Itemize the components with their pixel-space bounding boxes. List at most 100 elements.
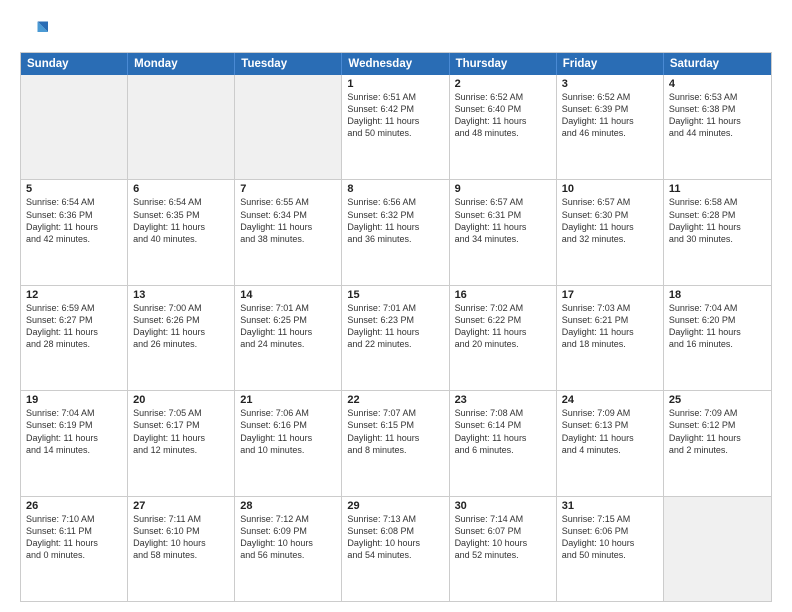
calendar-cell: 17Sunrise: 7:03 AM Sunset: 6:21 PM Dayli… <box>557 286 664 390</box>
cell-content: Sunrise: 6:52 AM Sunset: 6:39 PM Dayligh… <box>562 91 658 140</box>
calendar-cell: 2Sunrise: 6:52 AM Sunset: 6:40 PM Daylig… <box>450 75 557 179</box>
cell-content: Sunrise: 7:15 AM Sunset: 6:06 PM Dayligh… <box>562 513 658 562</box>
cell-content: Sunrise: 6:55 AM Sunset: 6:34 PM Dayligh… <box>240 196 336 245</box>
calendar-cell: 5Sunrise: 6:54 AM Sunset: 6:36 PM Daylig… <box>21 180 128 284</box>
day-number: 10 <box>562 183 658 195</box>
header <box>20 18 772 46</box>
page: SundayMondayTuesdayWednesdayThursdayFrid… <box>0 0 792 612</box>
calendar-cell: 21Sunrise: 7:06 AM Sunset: 6:16 PM Dayli… <box>235 391 342 495</box>
day-number: 21 <box>240 394 336 406</box>
day-number: 2 <box>455 78 551 90</box>
day-number: 31 <box>562 500 658 512</box>
calendar-cell: 30Sunrise: 7:14 AM Sunset: 6:07 PM Dayli… <box>450 497 557 601</box>
calendar-cell: 27Sunrise: 7:11 AM Sunset: 6:10 PM Dayli… <box>128 497 235 601</box>
cell-content: Sunrise: 6:56 AM Sunset: 6:32 PM Dayligh… <box>347 196 443 245</box>
day-number: 7 <box>240 183 336 195</box>
day-number: 19 <box>26 394 122 406</box>
cell-content: Sunrise: 7:09 AM Sunset: 6:12 PM Dayligh… <box>669 407 766 456</box>
day-number: 25 <box>669 394 766 406</box>
cell-content: Sunrise: 7:04 AM Sunset: 6:20 PM Dayligh… <box>669 302 766 351</box>
calendar: SundayMondayTuesdayWednesdayThursdayFrid… <box>20 52 772 602</box>
cell-content: Sunrise: 7:12 AM Sunset: 6:09 PM Dayligh… <box>240 513 336 562</box>
day-number: 26 <box>26 500 122 512</box>
calendar-cell: 22Sunrise: 7:07 AM Sunset: 6:15 PM Dayli… <box>342 391 449 495</box>
day-number: 8 <box>347 183 443 195</box>
cell-content: Sunrise: 7:00 AM Sunset: 6:26 PM Dayligh… <box>133 302 229 351</box>
calendar-header-cell: Monday <box>128 53 235 75</box>
calendar-row: 1Sunrise: 6:51 AM Sunset: 6:42 PM Daylig… <box>21 75 771 180</box>
cell-content: Sunrise: 6:59 AM Sunset: 6:27 PM Dayligh… <box>26 302 122 351</box>
calendar-cell <box>664 497 771 601</box>
calendar-cell <box>235 75 342 179</box>
day-number: 22 <box>347 394 443 406</box>
calendar-cell: 20Sunrise: 7:05 AM Sunset: 6:17 PM Dayli… <box>128 391 235 495</box>
calendar-cell: 7Sunrise: 6:55 AM Sunset: 6:34 PM Daylig… <box>235 180 342 284</box>
cell-content: Sunrise: 7:10 AM Sunset: 6:11 PM Dayligh… <box>26 513 122 562</box>
day-number: 5 <box>26 183 122 195</box>
calendar-cell: 1Sunrise: 6:51 AM Sunset: 6:42 PM Daylig… <box>342 75 449 179</box>
cell-content: Sunrise: 6:58 AM Sunset: 6:28 PM Dayligh… <box>669 196 766 245</box>
calendar-cell: 4Sunrise: 6:53 AM Sunset: 6:38 PM Daylig… <box>664 75 771 179</box>
cell-content: Sunrise: 6:57 AM Sunset: 6:30 PM Dayligh… <box>562 196 658 245</box>
cell-content: Sunrise: 7:03 AM Sunset: 6:21 PM Dayligh… <box>562 302 658 351</box>
day-number: 16 <box>455 289 551 301</box>
calendar-header-cell: Sunday <box>21 53 128 75</box>
calendar-cell: 31Sunrise: 7:15 AM Sunset: 6:06 PM Dayli… <box>557 497 664 601</box>
calendar-row: 26Sunrise: 7:10 AM Sunset: 6:11 PM Dayli… <box>21 497 771 601</box>
cell-content: Sunrise: 7:06 AM Sunset: 6:16 PM Dayligh… <box>240 407 336 456</box>
day-number: 14 <box>240 289 336 301</box>
calendar-cell: 25Sunrise: 7:09 AM Sunset: 6:12 PM Dayli… <box>664 391 771 495</box>
calendar-header: SundayMondayTuesdayWednesdayThursdayFrid… <box>21 53 771 75</box>
calendar-cell: 8Sunrise: 6:56 AM Sunset: 6:32 PM Daylig… <box>342 180 449 284</box>
cell-content: Sunrise: 7:04 AM Sunset: 6:19 PM Dayligh… <box>26 407 122 456</box>
cell-content: Sunrise: 7:14 AM Sunset: 6:07 PM Dayligh… <box>455 513 551 562</box>
calendar-body: 1Sunrise: 6:51 AM Sunset: 6:42 PM Daylig… <box>21 75 771 601</box>
cell-content: Sunrise: 7:08 AM Sunset: 6:14 PM Dayligh… <box>455 407 551 456</box>
calendar-cell: 19Sunrise: 7:04 AM Sunset: 6:19 PM Dayli… <box>21 391 128 495</box>
day-number: 3 <box>562 78 658 90</box>
calendar-header-cell: Wednesday <box>342 53 449 75</box>
day-number: 11 <box>669 183 766 195</box>
day-number: 12 <box>26 289 122 301</box>
calendar-cell <box>128 75 235 179</box>
day-number: 6 <box>133 183 229 195</box>
cell-content: Sunrise: 7:13 AM Sunset: 6:08 PM Dayligh… <box>347 513 443 562</box>
calendar-cell: 16Sunrise: 7:02 AM Sunset: 6:22 PM Dayli… <box>450 286 557 390</box>
calendar-cell: 29Sunrise: 7:13 AM Sunset: 6:08 PM Dayli… <box>342 497 449 601</box>
day-number: 17 <box>562 289 658 301</box>
day-number: 9 <box>455 183 551 195</box>
calendar-cell: 13Sunrise: 7:00 AM Sunset: 6:26 PM Dayli… <box>128 286 235 390</box>
cell-content: Sunrise: 6:52 AM Sunset: 6:40 PM Dayligh… <box>455 91 551 140</box>
logo <box>20 18 52 46</box>
calendar-cell: 18Sunrise: 7:04 AM Sunset: 6:20 PM Dayli… <box>664 286 771 390</box>
calendar-cell: 6Sunrise: 6:54 AM Sunset: 6:35 PM Daylig… <box>128 180 235 284</box>
calendar-header-cell: Saturday <box>664 53 771 75</box>
day-number: 30 <box>455 500 551 512</box>
cell-content: Sunrise: 7:01 AM Sunset: 6:25 PM Dayligh… <box>240 302 336 351</box>
day-number: 27 <box>133 500 229 512</box>
calendar-cell: 11Sunrise: 6:58 AM Sunset: 6:28 PM Dayli… <box>664 180 771 284</box>
calendar-header-cell: Thursday <box>450 53 557 75</box>
cell-content: Sunrise: 7:05 AM Sunset: 6:17 PM Dayligh… <box>133 407 229 456</box>
calendar-cell: 14Sunrise: 7:01 AM Sunset: 6:25 PM Dayli… <box>235 286 342 390</box>
cell-content: Sunrise: 6:57 AM Sunset: 6:31 PM Dayligh… <box>455 196 551 245</box>
calendar-cell: 28Sunrise: 7:12 AM Sunset: 6:09 PM Dayli… <box>235 497 342 601</box>
day-number: 18 <box>669 289 766 301</box>
calendar-cell: 3Sunrise: 6:52 AM Sunset: 6:39 PM Daylig… <box>557 75 664 179</box>
calendar-cell: 9Sunrise: 6:57 AM Sunset: 6:31 PM Daylig… <box>450 180 557 284</box>
calendar-row: 5Sunrise: 6:54 AM Sunset: 6:36 PM Daylig… <box>21 180 771 285</box>
calendar-cell: 12Sunrise: 6:59 AM Sunset: 6:27 PM Dayli… <box>21 286 128 390</box>
calendar-header-cell: Friday <box>557 53 664 75</box>
calendar-cell: 23Sunrise: 7:08 AM Sunset: 6:14 PM Dayli… <box>450 391 557 495</box>
calendar-cell: 10Sunrise: 6:57 AM Sunset: 6:30 PM Dayli… <box>557 180 664 284</box>
logo-icon <box>20 18 48 46</box>
calendar-header-cell: Tuesday <box>235 53 342 75</box>
day-number: 20 <box>133 394 229 406</box>
cell-content: Sunrise: 6:51 AM Sunset: 6:42 PM Dayligh… <box>347 91 443 140</box>
day-number: 13 <box>133 289 229 301</box>
cell-content: Sunrise: 7:02 AM Sunset: 6:22 PM Dayligh… <box>455 302 551 351</box>
cell-content: Sunrise: 7:11 AM Sunset: 6:10 PM Dayligh… <box>133 513 229 562</box>
cell-content: Sunrise: 6:54 AM Sunset: 6:36 PM Dayligh… <box>26 196 122 245</box>
day-number: 29 <box>347 500 443 512</box>
calendar-cell: 26Sunrise: 7:10 AM Sunset: 6:11 PM Dayli… <box>21 497 128 601</box>
